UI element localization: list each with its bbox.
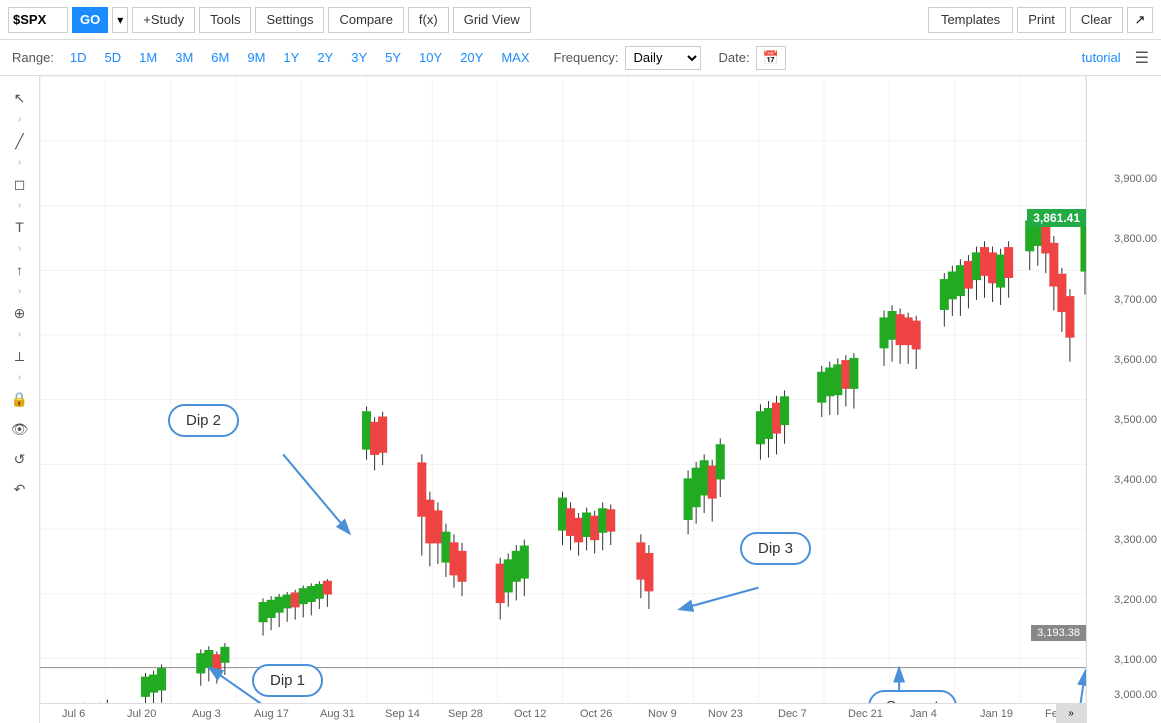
x-label-aug31: Aug 31: [320, 708, 355, 720]
date-label: Date:: [719, 50, 750, 65]
annotation-dip3: Dip 3: [740, 532, 811, 565]
range-3m[interactable]: 3M: [169, 48, 199, 67]
x-label-jul6: Jul 6: [62, 708, 85, 720]
range-6m[interactable]: 6M: [205, 48, 235, 67]
x-label-dec21: Dec 21: [848, 708, 883, 720]
price-axis: 3,900.00 3,800.00 3,700.00 3,600.00 3,50…: [1086, 76, 1161, 723]
top-toolbar: GO ▾ +Study Tools Settings Compare f(x) …: [0, 0, 1161, 40]
grid-view-button[interactable]: Grid View: [453, 7, 531, 33]
chart-area: Dip 1 Dip 2 Dip 3 Support 3,861.41 3,193…: [40, 76, 1086, 723]
price-3200: 3,200.00: [1114, 594, 1157, 606]
symbol-arrow-btn[interactable]: ▾: [112, 7, 128, 33]
range-9m[interactable]: 9M: [241, 48, 271, 67]
settings-button[interactable]: Settings: [255, 7, 324, 33]
support-price-label: 3,193.38: [1031, 625, 1086, 641]
price-3000: 3,000.00: [1114, 689, 1157, 701]
shape-icon[interactable]: ◻: [6, 170, 34, 198]
text-icon[interactable]: T: [6, 213, 34, 241]
price-3900: 3,900.00: [1114, 173, 1157, 185]
x-label-aug3: Aug 3: [192, 708, 221, 720]
x-label-sep14: Sep 14: [385, 708, 420, 720]
range-20y[interactable]: 20Y: [454, 48, 489, 67]
price-3100: 3,100.00: [1114, 654, 1157, 666]
x-label-oct12: Oct 12: [514, 708, 546, 720]
measure-icon[interactable]: ⊕: [6, 299, 34, 327]
cursor-icon[interactable]: ↖: [6, 84, 34, 112]
chart-svg: [40, 76, 1086, 723]
hamburger-icon[interactable]: ☰: [1135, 48, 1149, 68]
text-expand[interactable]: ›: [18, 243, 21, 254]
print-button[interactable]: Print: [1017, 7, 1066, 33]
tutorial-link[interactable]: tutorial: [1082, 50, 1121, 65]
range-label: Range:: [12, 50, 54, 65]
line-icon[interactable]: ╱: [6, 127, 34, 155]
shape-expand[interactable]: ›: [18, 200, 21, 211]
x-label-dec7: Dec 7: [778, 708, 807, 720]
study-button[interactable]: +Study: [132, 7, 195, 33]
arrow-expand[interactable]: ›: [18, 286, 21, 297]
left-toolbar: ↖ › ╱ › ◻ › T › ↑ › ⊕ › ⟂ › 🔒 👁 ↺ ↶: [0, 76, 40, 723]
measure-expand[interactable]: ›: [18, 329, 21, 340]
lock-icon[interactable]: 🔒: [6, 385, 34, 413]
cursor-expand[interactable]: ›: [18, 114, 21, 125]
x-label-aug17: Aug 17: [254, 708, 289, 720]
x-label-nov9: Nov 9: [648, 708, 677, 720]
price-3300: 3,300.00: [1114, 534, 1157, 546]
chart-wrapper: ↖ › ╱ › ◻ › T › ↑ › ⊕ › ⟂ › 🔒 👁 ↺ ↶: [0, 76, 1161, 723]
expand-button[interactable]: ↗: [1127, 7, 1153, 33]
go-button[interactable]: GO: [72, 7, 108, 33]
x-label-jan19: Jan 19: [980, 708, 1013, 720]
range-5d[interactable]: 5D: [99, 48, 128, 67]
eye-icon[interactable]: 👁: [6, 415, 34, 443]
date-picker-button[interactable]: 📅: [756, 46, 786, 70]
compare-button[interactable]: Compare: [328, 7, 403, 33]
arrow-draw-icon[interactable]: ↑: [6, 256, 34, 284]
range-2y[interactable]: 2Y: [311, 48, 339, 67]
clear-button[interactable]: Clear: [1070, 7, 1123, 33]
fx-button[interactable]: f(x): [408, 7, 449, 33]
range-bar: Range: 1D 5D 1M 3M 6M 9M 1Y 2Y 3Y 5Y 10Y…: [0, 40, 1161, 76]
range-3y[interactable]: 3Y: [345, 48, 373, 67]
range-10y[interactable]: 10Y: [413, 48, 448, 67]
undo-icon[interactable]: ↶: [6, 475, 34, 503]
line-expand[interactable]: ›: [18, 157, 21, 168]
price-3700: 3,700.00: [1114, 294, 1157, 306]
frequency-label: Frequency:: [554, 50, 619, 65]
ticker-input[interactable]: [8, 7, 68, 33]
price-3800: 3,800.00: [1114, 233, 1157, 245]
range-1y[interactable]: 1Y: [277, 48, 305, 67]
current-price-label: 3,861.41: [1027, 209, 1086, 227]
price-3400: 3,400.00: [1114, 474, 1157, 486]
x-label-oct26: Oct 26: [580, 708, 612, 720]
x-label-jan4: Jan 4: [910, 708, 937, 720]
range-max[interactable]: MAX: [495, 48, 535, 67]
annotation-dip1: Dip 1: [252, 664, 323, 697]
frequency-select[interactable]: DailyWeeklyMonthly: [625, 46, 701, 70]
x-label-sep28: Sep 28: [448, 708, 483, 720]
range-5y[interactable]: 5Y: [379, 48, 407, 67]
tools-button[interactable]: Tools: [199, 7, 251, 33]
price-3500: 3,500.00: [1114, 414, 1157, 426]
price-3600: 3,600.00: [1114, 354, 1157, 366]
annotation-dip2: Dip 2: [168, 404, 239, 437]
range-1d[interactable]: 1D: [64, 48, 93, 67]
templates-button[interactable]: Templates: [928, 7, 1013, 33]
fib-expand[interactable]: ›: [18, 372, 21, 383]
scroll-arrows[interactable]: »: [1068, 708, 1074, 719]
refresh-icon[interactable]: ↺: [6, 445, 34, 473]
x-label-jul20: Jul 20: [127, 708, 156, 720]
range-1m[interactable]: 1M: [133, 48, 163, 67]
fibonacci-icon[interactable]: ⟂: [6, 342, 34, 370]
x-label-nov23: Nov 23: [708, 708, 743, 720]
